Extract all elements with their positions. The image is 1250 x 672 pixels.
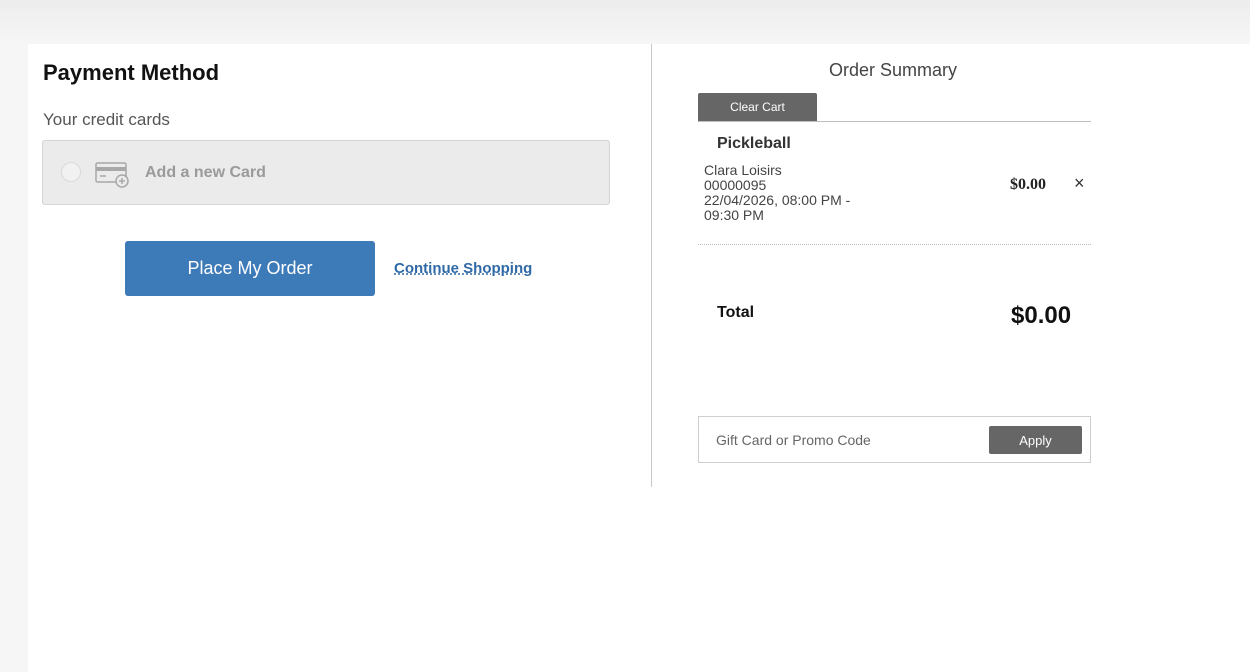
add-new-card-option[interactable]: Add a new Card	[42, 140, 610, 205]
top-bar	[0, 0, 1250, 44]
add-card-radio[interactable]	[61, 162, 81, 182]
total-label: Total	[717, 304, 755, 321]
item-divider-top	[698, 121, 1091, 122]
payment-method-section: Payment Method Your credit cards Add a n…	[28, 44, 652, 487]
column-divider	[651, 44, 652, 487]
credit-cards-label: Your credit cards	[43, 110, 170, 129]
add-card-label: Add a new Card	[145, 164, 266, 181]
cart-item-schedule: 22/04/2026, 08:00 PM -	[704, 192, 851, 208]
cart-item-price: $0.00	[1010, 176, 1046, 193]
total-value: $0.00	[1011, 302, 1072, 329]
checkout-panel: Payment Method Your credit cards Add a n…	[28, 44, 1250, 672]
cart-item-number: 00000095	[704, 177, 767, 193]
item-divider-bottom	[698, 244, 1091, 245]
credit-card-add-icon	[95, 162, 129, 188]
order-summary-title: Order Summary	[829, 60, 958, 80]
continue-shopping-link[interactable]: Continue Shopping	[394, 260, 532, 277]
remove-item-icon[interactable]: ×	[1074, 173, 1085, 194]
apply-promo-button[interactable]: Apply	[989, 426, 1082, 454]
promo-code-form: Apply	[698, 416, 1091, 463]
cart-item-schedule-end: 09:30 PM	[704, 207, 764, 223]
page-title: Payment Method	[43, 60, 220, 85]
promo-code-input[interactable]	[700, 418, 985, 461]
cart-item-details: Clara Loisirs 00000095 22/04/2026, 08:00…	[704, 163, 894, 223]
cart-item-name: Pickleball	[717, 135, 791, 152]
cart-item-customer: Clara Loisirs	[704, 162, 782, 178]
clear-cart-button[interactable]: Clear Cart	[698, 93, 817, 121]
place-order-button[interactable]: Place My Order	[125, 241, 375, 296]
